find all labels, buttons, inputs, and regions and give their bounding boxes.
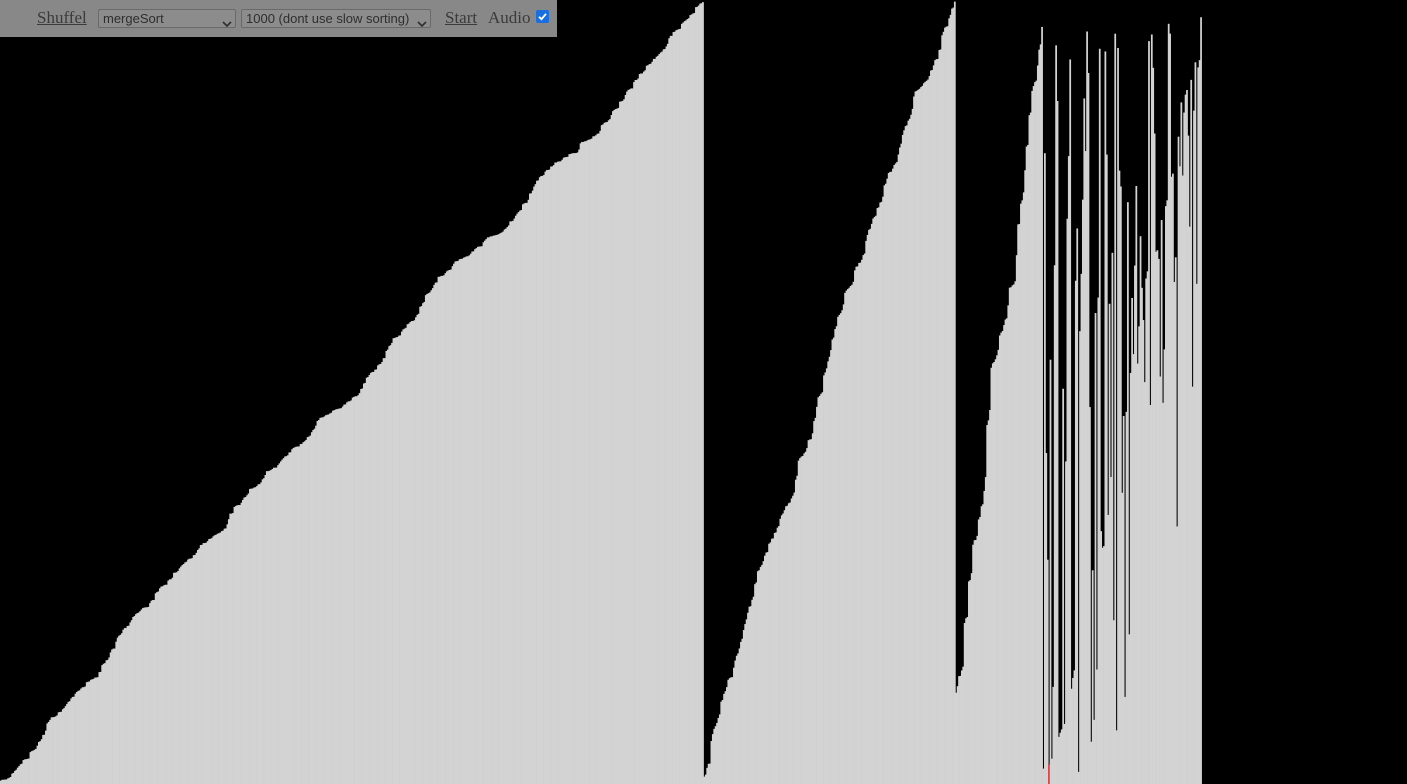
array-bar — [1089, 407, 1091, 784]
toolbar: Shuffel mergeSort 1000 (dont use slow so… — [0, 0, 557, 37]
sort-visualizer-canvas — [0, 0, 1407, 784]
chevron-down-icon — [417, 15, 427, 27]
start-button[interactable]: Start — [445, 8, 477, 28]
array-bar — [1200, 17, 1202, 784]
array-size-select[interactable]: 1000 (dont use slow sorting) — [241, 9, 431, 28]
checkmark-icon — [538, 13, 547, 21]
array-bar — [953, 1, 956, 784]
chevron-down-icon — [222, 15, 232, 27]
audio-label: Audio — [488, 8, 531, 27]
audio-checkbox[interactable] — [536, 10, 549, 23]
algorithm-select[interactable]: mergeSort — [98, 9, 236, 28]
array-bar — [1049, 359, 1052, 784]
array-bar — [1069, 59, 1072, 784]
array-bar — [702, 2, 704, 784]
array-bar — [1041, 26, 1043, 784]
shuffle-button[interactable]: Shuffel — [37, 8, 87, 28]
array-bar — [1114, 33, 1117, 784]
array-bar — [1076, 228, 1079, 784]
array-size-select-value: 1000 (dont use slow sorting) — [246, 11, 410, 26]
array-bar — [1046, 559, 1049, 784]
array-bar — [1056, 101, 1059, 784]
algorithm-select-value: mergeSort — [103, 11, 164, 26]
